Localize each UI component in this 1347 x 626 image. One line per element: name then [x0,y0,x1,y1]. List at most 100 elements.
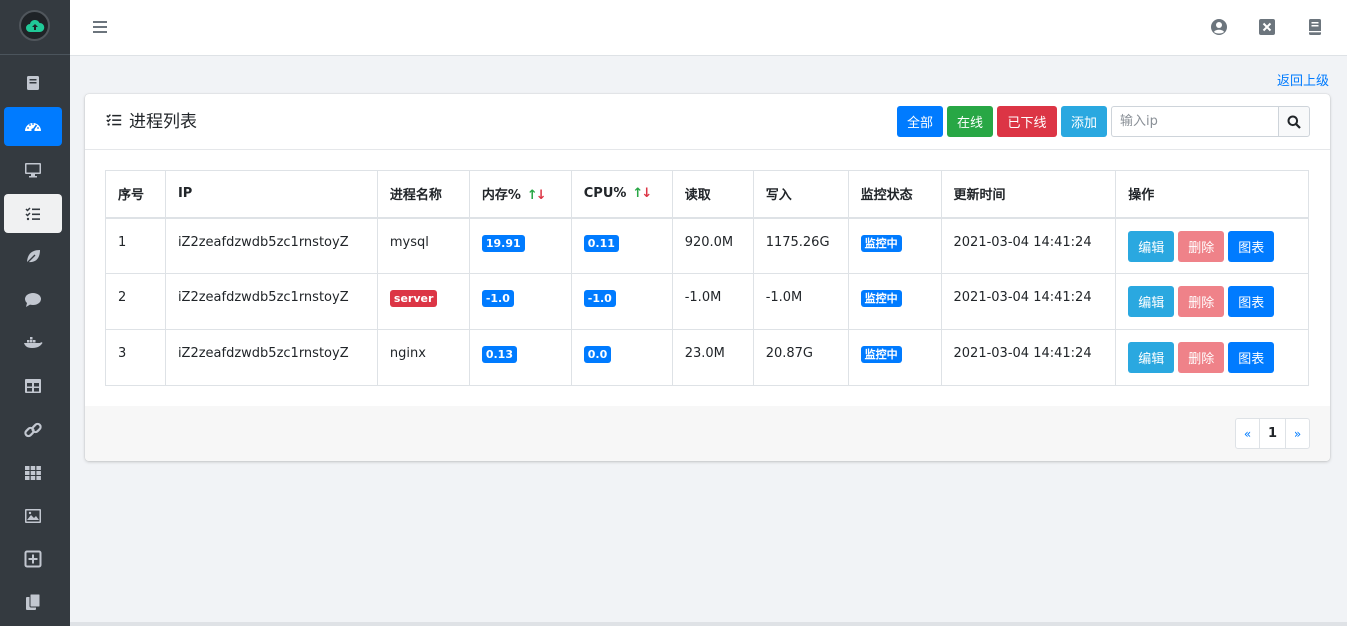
filter-offline-button[interactable]: 已下线 [997,106,1057,137]
cell-mem: -1.0 [468,273,572,330]
tasks-icon [106,113,122,126]
cpu-badge: 0.11 [583,234,619,252]
cell-actions: 编辑 删除 图表 [1115,273,1309,330]
tasks-icon [25,206,40,220]
card-title-text: 进程列表 [129,112,197,132]
cell-ip: iZ2zeafdzwdb5zc1rnstoyZ [164,217,378,274]
cloud-logo-icon[interactable] [19,10,50,41]
sidebar-item-link[interactable] [4,410,62,449]
pagination-prev[interactable]: « [1235,418,1260,449]
col-header-time: 更新时间 [940,170,1117,219]
cell-actions: 编辑 删除 图表 [1115,329,1309,386]
sidebar-item-dashboard[interactable] [4,107,62,146]
monitor-icon [25,162,41,177]
pagination: « 1 » [1235,418,1310,449]
table-header-row: 序号 IP 进程名称 内存% ↑↓ CPU% ↑↓ 读取 写入 监控状态 更新时间 … [105,170,1309,219]
sidebar-item-book[interactable] [4,63,62,102]
table-row: 2 iZ2zeafdzwdb5zc1rnstoyZ server -1.0 -1… [105,273,1309,330]
status-badge: 监控中 [860,290,902,307]
delete-button[interactable]: 删除 [1178,342,1225,373]
cell-write: 1175.26G [752,217,849,274]
cell-ip: iZ2zeafdzwdb5zc1rnstoyZ [164,273,378,330]
col-header-name: 进程名称 [376,170,470,219]
sidebar-item-monitor[interactable] [4,150,62,189]
col-header-read: 读取 [671,170,754,219]
sidebar-item-image[interactable] [4,496,62,535]
user-circle-icon[interactable] [1210,18,1228,36]
link-icon [24,422,42,437]
add-button[interactable]: 添加 [1061,106,1107,137]
table-row: 1 iZ2zeafdzwdb5zc1rnstoyZ mysql 19.91 0.… [105,217,1309,274]
plus-square-icon [24,550,42,567]
name-badge: server [389,290,438,307]
cell-cpu: -1.0 [570,273,673,330]
process-list-card: 进程列表 全部 在线 已下线 添加 序号 IP 进程名称 内存%↑↓ CPU%↑… [85,94,1330,461]
status-badge: 监控中 [860,346,902,363]
edit-button[interactable]: 编辑 [1128,286,1175,317]
chart-button[interactable]: 图表 [1228,342,1275,373]
sidebar-item-docker[interactable] [4,323,62,362]
col-header-cpu[interactable]: CPU% ↑↓ [570,170,673,219]
cell-time: 2021-03-04 14:41:24 [940,217,1117,274]
delete-button[interactable]: 删除 [1178,230,1225,262]
dashboard-icon [25,122,41,132]
sort-cpu-icon[interactable]: ↑↓ [632,186,652,201]
table-row: 3 iZ2zeafdzwdb5zc1rnstoyZ nginx 0.13 0.0… [105,329,1309,386]
ip-search-input[interactable] [1111,106,1279,137]
comment-icon [25,292,41,307]
image-icon [25,508,41,523]
cell-status: 监控中 [847,273,942,330]
pagination-next[interactable]: » [1285,418,1310,449]
cell-name: nginx [376,329,470,386]
col-header-write: 写入 [752,170,849,219]
cell-time: 2021-03-04 14:41:24 [940,329,1117,386]
cell-mem: 0.13 [468,329,572,386]
delete-button[interactable]: 删除 [1178,286,1225,317]
edit-button[interactable]: 编辑 [1128,230,1175,262]
cell-no: 1 [105,217,166,274]
menu-toggle-icon[interactable] [92,18,110,36]
book-icon [27,75,39,90]
cell-read: -1.0M [671,273,754,330]
filter-online-button[interactable]: 在线 [947,106,993,137]
cell-cpu: 0.0 [570,329,673,386]
cell-read: 920.0M [671,217,754,274]
close-window-icon[interactable] [1258,18,1276,36]
cell-write: 20.87G [752,329,849,386]
col-header-actions: 操作 [1115,170,1309,219]
search-icon [1287,115,1301,129]
filter-all-button[interactable]: 全部 [897,106,943,137]
sidebar-item-tasks[interactable] [4,194,62,233]
sort-mem-icon[interactable]: ↑↓ [527,188,547,203]
col-header-mem[interactable]: 内存% ↑↓ [468,170,572,219]
sidebar-item-grid[interactable] [4,453,62,492]
card-header: 进程列表 全部 在线 已下线 添加 [85,94,1330,150]
sidebar-item-leaf[interactable] [4,237,62,276]
mem-badge: 19.91 [481,234,525,252]
grid-icon [25,465,41,480]
edit-button[interactable]: 编辑 [1128,342,1175,373]
col-header-status: 监控状态 [847,170,942,219]
cell-mem: 19.91 [468,217,572,274]
sidebar-item-add[interactable] [4,539,62,578]
back-link[interactable]: 返回上级 [1277,70,1329,89]
pagination-page-1[interactable]: 1 [1259,418,1286,449]
cpu-badge: -1.0 [583,290,616,307]
chart-button[interactable]: 图表 [1228,286,1275,317]
search-button[interactable] [1278,106,1310,137]
sidebar-item-copy[interactable] [4,582,62,621]
book-icon[interactable] [1306,18,1324,36]
cell-status: 监控中 [847,329,942,386]
cell-name: server [376,273,470,330]
sidebar [0,0,70,626]
cpu-badge: 0.0 [583,346,612,363]
card-title: 进程列表 [105,107,197,132]
process-table: 序号 IP 进程名称 内存% ↑↓ CPU% ↑↓ 读取 写入 监控状态 更新时间 … [105,170,1309,386]
cell-read: 23.0M [671,329,754,386]
top-navbar [70,0,1347,56]
cell-no: 3 [105,329,166,386]
chart-button[interactable]: 图表 [1228,230,1275,262]
mem-badge: -1.0 [481,290,514,307]
sidebar-item-table[interactable] [4,366,62,405]
sidebar-item-comment[interactable] [4,280,62,319]
